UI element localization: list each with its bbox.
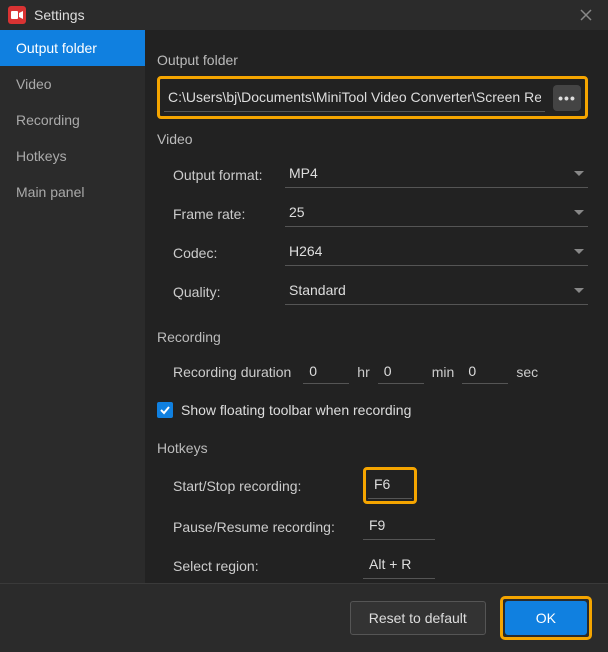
- output-folder-heading: Output folder: [157, 52, 588, 68]
- frame-rate-label: Frame rate:: [173, 206, 285, 222]
- output-format-label: Output format:: [173, 167, 285, 183]
- unit-sec: sec: [516, 364, 538, 380]
- sidebar-item-hotkeys[interactable]: Hotkeys: [0, 138, 145, 174]
- unit-min: min: [432, 364, 455, 380]
- sidebar-item-output-folder[interactable]: Output folder: [0, 30, 145, 66]
- chevron-down-icon: [574, 171, 584, 176]
- quality-select[interactable]: Standard: [285, 278, 588, 305]
- ok-button[interactable]: OK: [505, 601, 587, 635]
- floating-toolbar-label: Show floating toolbar when recording: [181, 402, 411, 418]
- hotkey-region-label: Select region:: [173, 558, 363, 574]
- frame-rate-select[interactable]: 25: [285, 200, 588, 227]
- unit-hr: hr: [357, 364, 369, 380]
- chevron-down-icon: [574, 249, 584, 254]
- duration-sec-input[interactable]: [462, 359, 508, 384]
- sidebar-item-main-panel[interactable]: Main panel: [0, 174, 145, 210]
- codec-value: H264: [289, 243, 322, 259]
- chevron-down-icon: [574, 210, 584, 215]
- hotkey-region-input[interactable]: Alt + R: [363, 552, 435, 579]
- output-format-value: MP4: [289, 165, 318, 181]
- video-heading: Video: [157, 131, 588, 147]
- output-folder-row: •••: [157, 76, 588, 119]
- titlebar: Settings: [0, 0, 608, 30]
- frame-rate-value: 25: [289, 204, 305, 220]
- window-title: Settings: [34, 7, 572, 23]
- recording-duration-label: Recording duration: [173, 364, 291, 380]
- duration-hr-input[interactable]: [303, 359, 349, 384]
- hotkey-pause-label: Pause/Resume recording:: [173, 519, 363, 535]
- hotkeys-heading: Hotkeys: [157, 440, 588, 456]
- codec-select[interactable]: H264: [285, 239, 588, 266]
- output-format-select[interactable]: MP4: [285, 161, 588, 188]
- quality-value: Standard: [289, 282, 346, 298]
- recording-heading: Recording: [157, 329, 588, 345]
- codec-label: Codec:: [173, 245, 285, 261]
- quality-label: Quality:: [173, 284, 285, 300]
- ellipsis-icon: •••: [558, 90, 576, 106]
- browse-button[interactable]: •••: [553, 85, 581, 111]
- chevron-down-icon: [574, 288, 584, 293]
- hotkey-startstop-input[interactable]: F6: [368, 472, 412, 499]
- close-icon: [580, 9, 592, 21]
- content-pane: Output folder ••• Video Output format: M…: [145, 30, 608, 583]
- hotkey-startstop-label: Start/Stop recording:: [173, 478, 363, 494]
- footer: Reset to default OK: [0, 583, 608, 652]
- duration-min-input[interactable]: [378, 359, 424, 384]
- reset-button[interactable]: Reset to default: [350, 601, 486, 635]
- close-button[interactable]: [572, 1, 600, 29]
- sidebar-item-recording[interactable]: Recording: [0, 102, 145, 138]
- floating-toolbar-checkbox[interactable]: [157, 402, 173, 418]
- check-icon: [159, 404, 171, 416]
- sidebar: Output folder Video Recording Hotkeys Ma…: [0, 30, 145, 583]
- sidebar-item-video[interactable]: Video: [0, 66, 145, 102]
- output-folder-input[interactable]: [164, 83, 545, 112]
- hotkey-pause-input[interactable]: F9: [363, 513, 435, 540]
- app-icon: [8, 6, 26, 24]
